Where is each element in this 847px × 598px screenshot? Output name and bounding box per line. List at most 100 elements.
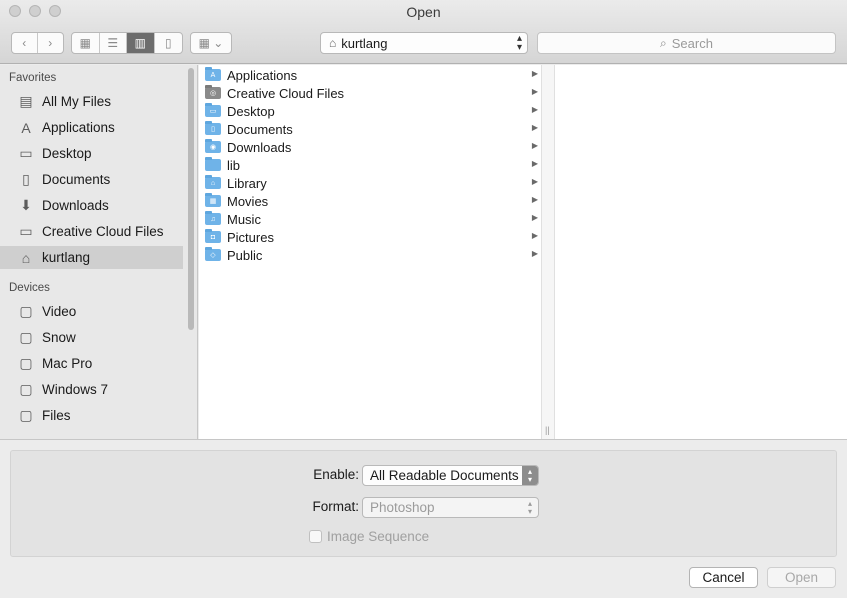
- window-toolbar: Open ‹ › ▦ ☰ ▥ ▯ ▦ ⌄ ⌂ kurtlang ▴ ▾ ⌕ Search: [0, 0, 847, 64]
- disclosure-arrow-icon: ▶: [531, 213, 538, 222]
- folder-icon: ▦: [205, 193, 221, 207]
- file-row[interactable]: ◘ Pictures ▶: [199, 228, 541, 246]
- back-button[interactable]: ‹: [12, 33, 38, 53]
- search-field[interactable]: ⌕ Search: [537, 32, 836, 54]
- sidebar-item-windows-7[interactable]: ▢ Windows 7: [0, 378, 183, 401]
- disclosure-arrow-icon: ▶: [531, 141, 538, 150]
- folder-icon: ▯: [205, 121, 221, 135]
- disk-icon: ▢: [19, 329, 33, 345]
- sidebar-item-label: Video: [42, 304, 77, 319]
- icon-view-button[interactable]: ▦: [72, 33, 100, 53]
- file-row-label: Applications: [227, 67, 298, 83]
- home-icon: ⌂: [329, 36, 337, 50]
- sidebar-item-mac-pro[interactable]: ▢ Mac Pro: [0, 352, 183, 375]
- arrange-icon: ▦ ⌄: [198, 36, 224, 50]
- updown-arrows-icon: ▴ ▾: [522, 466, 538, 485]
- sidebar-item-label: Downloads: [42, 198, 109, 213]
- grip-icon: ||: [545, 425, 550, 435]
- column-resize-handle[interactable]: ||: [541, 65, 555, 439]
- nav-buttons: ‹ ›: [11, 32, 64, 54]
- sidebar-item-label: Creative Cloud Files: [42, 224, 164, 239]
- disk-icon: ▢: [19, 381, 33, 397]
- sidebar-item-video[interactable]: ▢ Video: [0, 300, 183, 323]
- file-row[interactable]: ♫ Music ▶: [199, 210, 541, 228]
- disclosure-arrow-icon: ▶: [531, 69, 538, 78]
- search-placeholder: Search: [671, 35, 713, 51]
- documents-icon: ▯: [22, 171, 30, 187]
- sidebar-item-downloads[interactable]: ⬇ Downloads: [0, 194, 183, 217]
- forward-button[interactable]: ›: [38, 33, 63, 53]
- disclosure-arrow-icon: ▶: [531, 249, 538, 258]
- sidebar-item-label: Windows 7: [42, 382, 109, 397]
- file-row-label: Creative Cloud Files: [227, 85, 345, 101]
- file-row[interactable]: ◇ Public ▶: [199, 246, 541, 264]
- file-row[interactable]: ▭ Desktop ▶: [199, 102, 541, 120]
- sidebar-item-desktop[interactable]: ▭ Desktop: [0, 142, 183, 165]
- folder-icon: [205, 157, 221, 171]
- folder-icon: ⌂: [205, 175, 221, 189]
- folder-icon: ◎: [205, 85, 221, 99]
- sidebar-item-label: Snow: [42, 330, 76, 345]
- folder-icon: ▭: [205, 103, 221, 117]
- file-row-label: Documents: [227, 121, 293, 137]
- sidebar-item-label: All My Files: [42, 94, 112, 109]
- file-row-label: Music: [227, 211, 261, 227]
- enable-value: All Readable Documents: [370, 468, 519, 483]
- location-label: kurtlang: [341, 35, 388, 51]
- file-row-label: Desktop: [227, 103, 275, 119]
- updown-arrows-icon: ▴ ▾: [527, 498, 532, 516]
- file-row-label: lib: [227, 157, 241, 173]
- file-row[interactable]: ◉ Downloads ▶: [199, 138, 541, 156]
- disk-icon: ▢: [19, 303, 33, 319]
- disclosure-arrow-icon: ▶: [531, 195, 538, 204]
- cancel-button[interactable]: Cancel: [689, 567, 758, 588]
- location-popup[interactable]: ⌂ kurtlang ▴ ▾: [320, 32, 528, 54]
- file-row-label: Public: [227, 247, 263, 263]
- sidebar-item-files[interactable]: ▢ Files: [0, 404, 183, 427]
- column-view-button[interactable]: ▥: [127, 33, 155, 53]
- sidebar-item-snow[interactable]: ▢ Snow: [0, 326, 183, 349]
- image-sequence-row: Image Sequence: [309, 529, 429, 544]
- chevron-left-icon: ‹: [22, 36, 27, 50]
- folder-icon: ◇: [205, 247, 221, 261]
- sidebar-item-label: kurtlang: [42, 250, 91, 265]
- enable-popup[interactable]: All Readable Documents ▴ ▾: [362, 465, 539, 486]
- disclosure-arrow-icon: ▶: [531, 177, 538, 186]
- updown-arrows-icon: ▴ ▾: [516, 33, 522, 53]
- file-row[interactable]: lib ▶: [199, 156, 541, 174]
- file-row[interactable]: ▯ Documents ▶: [199, 120, 541, 138]
- format-label: Format:: [312, 499, 359, 514]
- sidebar-scrollbar[interactable]: [188, 68, 194, 330]
- open-button[interactable]: Open: [767, 567, 836, 588]
- browser-column-1: A Applications ▶ ◎ Creative Cloud Files ▶ ▭ Des…: [199, 65, 541, 439]
- sidebar-item-all-my-files[interactable]: ▤ All My Files: [0, 90, 183, 113]
- sidebar-item-creative-cloud-files[interactable]: ▭ Creative Cloud Files: [0, 220, 183, 243]
- image-sequence-checkbox[interactable]: [309, 530, 322, 543]
- disk-icon: ▢: [19, 355, 33, 371]
- sidebar-item-label: Files: [42, 408, 71, 423]
- file-row[interactable]: ▦ Movies ▶: [199, 192, 541, 210]
- window-title: Open: [406, 4, 441, 20]
- sidebar-item-kurtlang[interactable]: ⌂ kurtlang: [0, 246, 183, 269]
- sidebar: Favorites ▤ All My Files A Applications ▭ Desk…: [0, 65, 198, 439]
- all-files-icon: ▤: [19, 93, 33, 109]
- sidebar-item-documents[interactable]: ▯ Documents: [0, 168, 183, 191]
- format-value: Photoshop: [370, 500, 435, 515]
- disk-icon: ▢: [19, 407, 33, 423]
- options-panel: Enable: All Readable Documents ▴ ▾ Format…: [10, 450, 837, 557]
- format-popup[interactable]: Photoshop ▴ ▾: [362, 497, 539, 518]
- file-row-label: Pictures: [227, 229, 274, 245]
- cover-flow-view-button[interactable]: ▯: [155, 33, 182, 53]
- list-view-button[interactable]: ☰: [100, 33, 127, 53]
- file-row[interactable]: ◎ Creative Cloud Files ▶: [199, 84, 541, 102]
- view-mode-buttons: ▦ ☰ ▥ ▯: [71, 32, 183, 54]
- disclosure-arrow-icon: ▶: [531, 159, 538, 168]
- sidebar-item-label: Mac Pro: [42, 356, 93, 371]
- folder-icon: A: [205, 67, 221, 81]
- devices-header: Devices: [9, 282, 50, 294]
- file-row[interactable]: A Applications ▶: [199, 66, 541, 84]
- downloads-icon: ⬇: [20, 197, 32, 213]
- arrange-button[interactable]: ▦ ⌄: [191, 33, 231, 53]
- file-row[interactable]: ⌂ Library ▶: [199, 174, 541, 192]
- sidebar-item-applications[interactable]: A Applications: [0, 116, 183, 139]
